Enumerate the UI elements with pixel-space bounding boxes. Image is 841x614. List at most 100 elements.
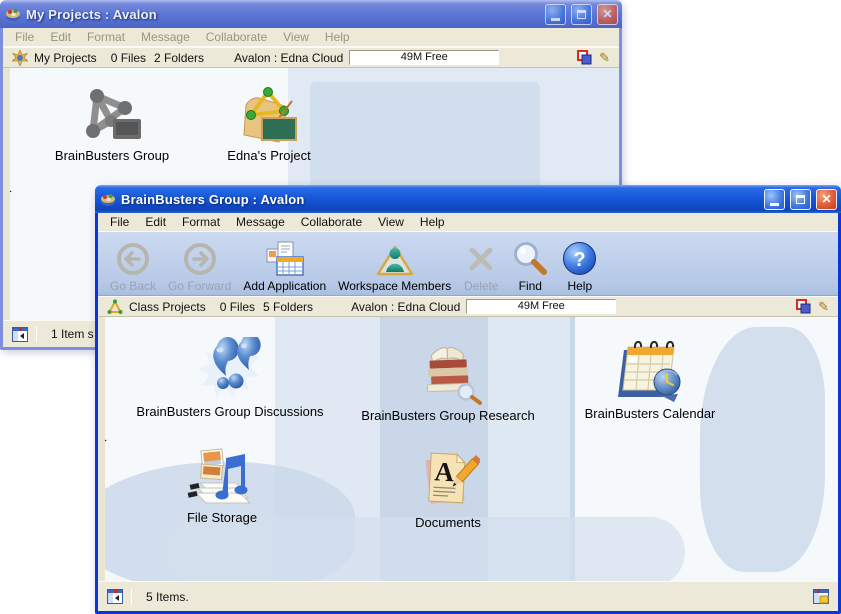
add-application-button[interactable]: Add Application — [237, 235, 332, 293]
status-text: 5 Items. — [146, 590, 189, 604]
tool-label: Go Forward — [168, 279, 231, 293]
files-count: 0 Files — [111, 51, 146, 65]
window-brainbusters-group: BrainBusters Group : Avalon ✕ File Edit … — [95, 185, 841, 614]
folders-count: 2 Folders — [154, 51, 204, 65]
item-discussions[interactable]: BrainBusters Group Discussions — [125, 337, 335, 419]
layers-icon[interactable] — [577, 50, 592, 65]
delete-button: Delete — [457, 235, 505, 293]
menu-help[interactable]: Help — [412, 214, 453, 230]
workspace-info-bar: Class Projects 0 Files 5 Folders Avalon … — [98, 296, 838, 317]
item-file-storage[interactable]: File Storage — [142, 443, 302, 525]
files-count: 0 Files — [220, 300, 255, 314]
menu-collaborate[interactable]: Collaborate — [293, 214, 370, 230]
minimize-button[interactable] — [545, 4, 566, 25]
add-application-icon — [265, 241, 305, 277]
documents-icon: A — [368, 448, 528, 512]
window-system-icon[interactable] — [5, 6, 21, 22]
item-label: Documents — [368, 515, 528, 530]
folders-count: 5 Folders — [263, 300, 313, 314]
status-text: 1 Item s — [51, 327, 94, 341]
tool-label: Find — [519, 279, 542, 293]
tool-label: Delete — [464, 279, 499, 293]
close-button[interactable]: ✕ — [816, 189, 837, 210]
window-title: BrainBusters Group : Avalon — [121, 192, 759, 207]
account-label: Avalon : Edna Cloud — [234, 51, 343, 65]
delete-x-icon — [463, 241, 499, 277]
workspace-canvas: ▶ BrainBusters Group Discussions — [98, 317, 838, 581]
item-label: BrainBusters Calendar — [555, 406, 745, 421]
maximize-button[interactable] — [790, 189, 811, 210]
minimize-button[interactable] — [764, 189, 785, 210]
item-label: BrainBusters Group — [27, 148, 197, 163]
go-forward-button: Go Forward — [162, 235, 237, 293]
free-space-indicator: 49M Free — [466, 299, 616, 314]
file-storage-icon — [142, 443, 302, 507]
find-magnifier-icon — [511, 240, 549, 277]
network-group-icon — [27, 81, 197, 145]
item-documents[interactable]: A Documents — [368, 448, 528, 530]
svg-text:?: ? — [574, 249, 586, 271]
workspace-members-icon — [375, 241, 415, 277]
discussions-icon — [125, 337, 335, 401]
pencil-icon[interactable]: ✎ — [818, 300, 829, 313]
svg-text:A: A — [434, 456, 456, 487]
maximize-button[interactable] — [571, 4, 592, 25]
menu-edit[interactable]: Edit — [42, 29, 79, 45]
tool-label: Workspace Members — [338, 279, 451, 293]
tool-label: Help — [567, 279, 592, 293]
tool-label: Add Application — [243, 279, 326, 293]
help-icon: ? — [561, 240, 598, 277]
layers-icon[interactable] — [796, 299, 811, 314]
class-projects-icon — [107, 299, 123, 315]
menu-file[interactable]: File — [102, 214, 137, 230]
panel-expander-arrow[interactable]: ▶ — [4, 187, 12, 197]
menu-help[interactable]: Help — [317, 29, 358, 45]
find-button[interactable]: Find — [505, 235, 555, 293]
go-back-button: Go Back — [104, 235, 162, 293]
window-system-icon[interactable] — [100, 191, 116, 207]
location-label: My Projects — [34, 51, 97, 65]
account-label: Avalon : Edna Cloud — [351, 300, 460, 314]
workspace-members-button[interactable]: Workspace Members — [332, 235, 457, 293]
menu-message[interactable]: Message — [228, 214, 293, 230]
status-bar: 5 Items. — [98, 581, 838, 611]
item-label: Edna's Project — [194, 148, 344, 163]
item-research[interactable]: BrainBusters Group Research — [348, 341, 548, 423]
menu-format[interactable]: Format — [79, 29, 133, 45]
panel-toggle-icon[interactable] — [107, 589, 123, 604]
location-label: Class Projects — [129, 300, 206, 314]
menu-bar: File Edit Format Message Collaborate Vie… — [98, 213, 838, 232]
layout-view-icon[interactable] — [813, 589, 829, 604]
menu-edit[interactable]: Edit — [137, 214, 174, 230]
panel-expander-arrow[interactable]: ▶ — [99, 436, 107, 446]
menu-file[interactable]: File — [7, 29, 42, 45]
item-label: BrainBusters Group Discussions — [125, 404, 335, 419]
menu-bar: File Edit Format Message Collaborate Vie… — [3, 28, 619, 47]
menu-view[interactable]: View — [370, 214, 412, 230]
window-title: My Projects : Avalon — [26, 7, 540, 22]
calendar-icon — [555, 339, 745, 403]
menu-message[interactable]: Message — [133, 29, 198, 45]
forward-arrow-icon — [182, 241, 218, 277]
toolbar: Go Back Go Forward Add Application Works… — [98, 232, 838, 296]
free-space-indicator: 49M Free — [349, 50, 499, 65]
titlebar[interactable]: BrainBusters Group : Avalon ✕ — [95, 185, 841, 213]
tool-label: Go Back — [110, 279, 156, 293]
menu-format[interactable]: Format — [174, 214, 228, 230]
project-folder-icon — [194, 81, 344, 145]
close-button[interactable]: ✕ — [597, 4, 618, 25]
item-brainbusters-group[interactable]: BrainBusters Group — [27, 81, 197, 163]
item-label: BrainBusters Group Research — [348, 408, 548, 423]
panel-toggle-icon[interactable] — [12, 327, 28, 342]
item-ednas-project[interactable]: Edna's Project — [194, 81, 344, 163]
titlebar[interactable]: My Projects : Avalon ✕ — [0, 0, 622, 28]
menu-view[interactable]: View — [275, 29, 317, 45]
back-arrow-icon — [115, 241, 151, 277]
research-books-icon — [348, 341, 548, 405]
pencil-icon[interactable]: ✎ — [599, 51, 610, 64]
item-calendar[interactable]: BrainBusters Calendar — [555, 339, 745, 421]
help-button[interactable]: ? Help — [555, 235, 604, 293]
menu-collaborate[interactable]: Collaborate — [198, 29, 275, 45]
item-label: File Storage — [142, 510, 302, 525]
workspace-info-bar: My Projects 0 Files 2 Folders Avalon : E… — [3, 47, 619, 68]
